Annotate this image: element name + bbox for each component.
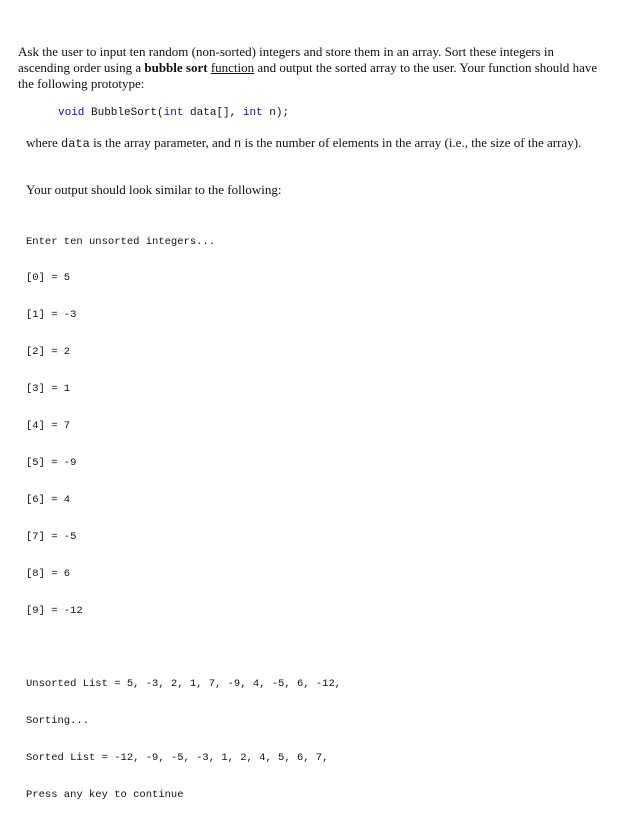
keyword-void: void [58,107,85,119]
console-entry-3: [3] = 1 [26,383,71,396]
where-suffix: is the number of elements in the array (… [241,135,582,150]
function-name: BubbleSort( [84,107,164,119]
console-entry-4: [4] = 7 [26,420,71,433]
function-prototype: void BubbleSort(int data[], int n); [58,107,289,119]
console-entry-8: [8] = 6 [26,567,71,580]
console-prompt: Enter ten unsorted integers... [26,235,216,248]
console-entry-6: [6] = 4 [26,493,71,506]
console-entry-9: [9] = -12 [26,604,83,617]
output-heading: Your output should look similar to the f… [26,182,282,197]
param-n: n); [262,107,290,119]
console-entry-1: [1] = -3 [26,309,77,322]
console-press-key: Press any key to continue [26,788,184,801]
console-unsorted-list: Unsorted List = 5, -3, 2, 1, 7, -9, 4, -… [26,677,342,690]
sample-console-output: Enter ten unsorted integers... [0] = 5 [… [26,211,341,813]
intro-bold-term: bubble sort [144,60,208,75]
assignment-intro-paragraph: Ask the user to input ten random (non-so… [18,44,598,92]
where-mid: is the array parameter, and [89,135,235,150]
console-entry-7: [7] = -5 [26,530,77,543]
where-code-data: data [61,137,90,151]
console-entry-0: [0] = 5 [26,272,71,285]
param-data: data[], [183,107,243,119]
keyword-int-1: int [163,107,184,119]
console-sorted-list: Sorted List = -12, -9, -5, -3, 1, 2, 4, … [26,751,329,764]
keyword-int-2: int [242,107,263,119]
console-sorting: Sorting... [26,714,90,727]
parameter-explanation: where data is the array parameter, and n… [26,135,601,152]
intro-underlined-term: function [210,60,255,75]
console-entry-2: [2] = 2 [26,346,71,359]
console-entry-5: [5] = -9 [26,456,77,469]
where-prefix: where [26,135,62,150]
